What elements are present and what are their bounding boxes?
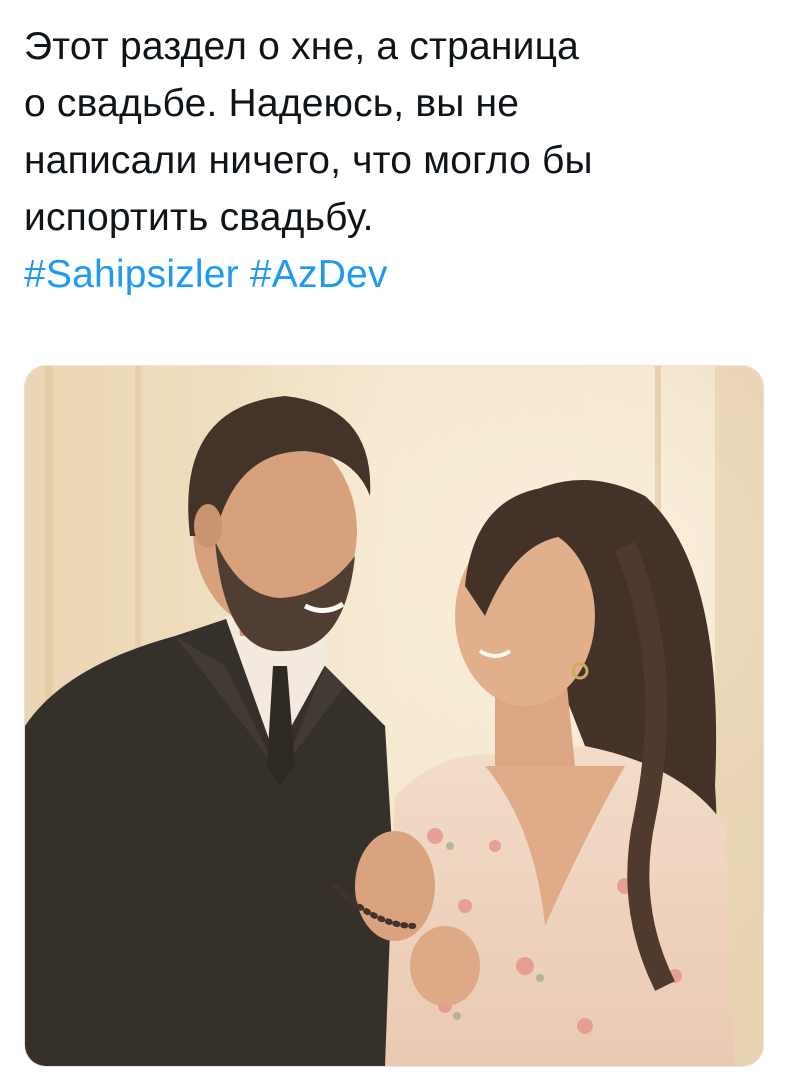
tweet-text-line: испортить свадьбу. <box>24 196 374 239</box>
tweet-text: Этот раздел о хне, а страница о свадьбе.… <box>24 18 764 303</box>
hashtag-link-azdev[interactable]: #AzDev <box>250 253 388 296</box>
tweet-text-line: Этот раздел о хне, а страница <box>24 25 580 68</box>
hashtag-separator <box>239 253 250 296</box>
tweet-photo[interactable] <box>24 365 764 1067</box>
tweet-text-line: о свадьбе. Надеюсь, вы не <box>24 82 520 125</box>
couple-photo-illustration <box>25 366 763 1066</box>
tweet-text-line: написали ничего, что могло бы <box>24 139 593 182</box>
hashtag-link-sahipsizler[interactable]: #Sahipsizler <box>24 253 239 296</box>
hashtag-row: #Sahipsizler #AzDev <box>24 246 764 303</box>
